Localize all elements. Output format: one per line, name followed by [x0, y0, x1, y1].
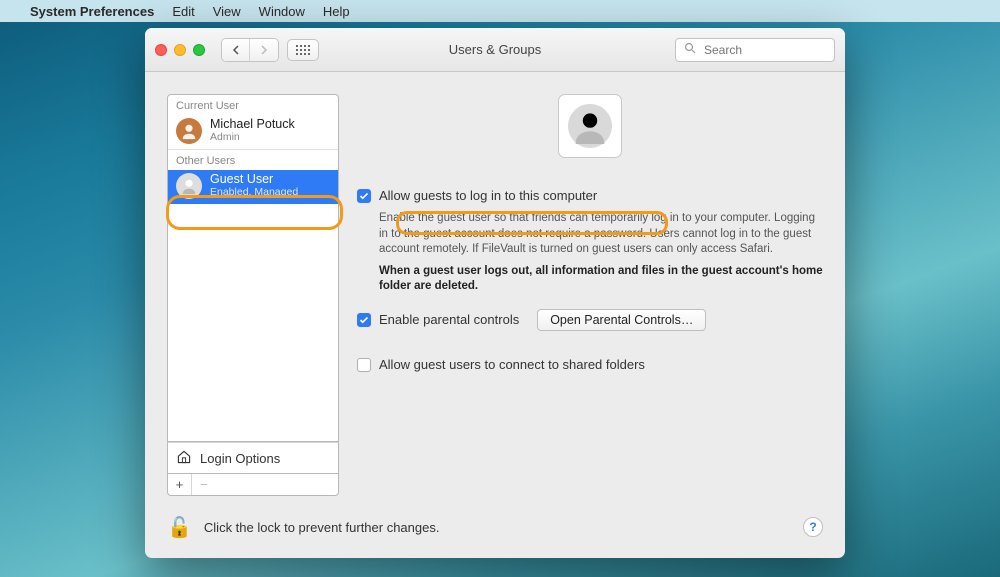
shared-folders-label: Allow guest users to connect to shared f… — [379, 357, 645, 372]
window-content: Current User Michael Potuck Admin Other … — [145, 72, 845, 496]
search-icon — [684, 42, 696, 57]
menu-help[interactable]: Help — [323, 4, 350, 19]
user-list: Current User Michael Potuck Admin Other … — [167, 94, 339, 442]
open-parental-button[interactable]: Open Parental Controls… — [537, 309, 706, 331]
help-button[interactable]: ? — [803, 517, 823, 537]
parental-row: Enable parental controls Open Parental C… — [357, 309, 823, 331]
silhouette-icon — [568, 104, 612, 148]
macos-menubar: System Preferences Edit View Window Help — [0, 0, 1000, 22]
current-user-row[interactable]: Michael Potuck Admin — [168, 115, 338, 149]
allow-guests-row: Allow guests to log in to this computer — [357, 188, 823, 203]
menu-edit[interactable]: Edit — [172, 4, 194, 19]
menu-view[interactable]: View — [213, 4, 241, 19]
parental-label: Enable parental controls — [379, 312, 519, 327]
users-sidebar: Current User Michael Potuck Admin Other … — [167, 94, 339, 496]
avatar-icon — [176, 118, 202, 144]
login-options-row[interactable]: Login Options — [167, 442, 339, 474]
window-toolbar: Users & Groups — [145, 28, 845, 72]
zoom-button[interactable] — [193, 44, 205, 56]
allow-guests-description: Enable the guest user so that friends ca… — [357, 211, 823, 258]
menu-window[interactable]: Window — [259, 4, 305, 19]
user-name: Michael Potuck — [210, 118, 295, 132]
window-footer: 🔓 Click the lock to prevent further chan… — [145, 496, 845, 558]
user-portrait[interactable] — [558, 94, 622, 158]
allow-guests-label: Allow guests to log in to this computer — [379, 188, 597, 203]
lock-icon[interactable]: 🔓 — [167, 515, 192, 540]
lock-text: Click the lock to prevent further change… — [204, 520, 440, 535]
traffic-lights — [155, 44, 205, 56]
house-icon — [176, 449, 192, 468]
back-button[interactable] — [222, 39, 250, 61]
add-remove-bar: + − — [167, 474, 339, 496]
remove-user-button[interactable]: − — [192, 474, 216, 495]
preferences-window: Users & Groups Current User Michael Potu… — [145, 28, 845, 558]
login-options-label: Login Options — [200, 451, 280, 466]
search-field[interactable] — [675, 38, 835, 62]
shared-folders-row: Allow guest users to connect to shared f… — [357, 357, 823, 372]
add-user-button[interactable]: + — [168, 474, 192, 495]
user-role: Admin — [210, 132, 295, 144]
parental-checkbox[interactable] — [357, 313, 371, 327]
allow-guests-checkbox[interactable] — [357, 189, 371, 203]
guest-settings-panel: Allow guests to log in to this computer … — [357, 94, 823, 496]
app-name[interactable]: System Preferences — [30, 4, 154, 19]
nav-back-forward — [221, 38, 279, 62]
guest-user-row[interactable]: Guest User Enabled, Managed — [168, 170, 338, 204]
section-current-user: Current User — [168, 95, 338, 115]
shared-folders-checkbox[interactable] — [357, 358, 371, 372]
avatar-icon — [176, 173, 202, 199]
user-role: Enabled, Managed — [210, 187, 298, 199]
user-name: Guest User — [210, 173, 298, 187]
search-input[interactable] — [702, 42, 826, 58]
close-button[interactable] — [155, 44, 167, 56]
allow-guests-warning: When a guest user logs out, all informat… — [357, 264, 823, 295]
section-other-users: Other Users — [168, 149, 338, 170]
show-all-button[interactable] — [287, 39, 319, 61]
forward-button[interactable] — [250, 39, 278, 61]
minimize-button[interactable] — [174, 44, 186, 56]
